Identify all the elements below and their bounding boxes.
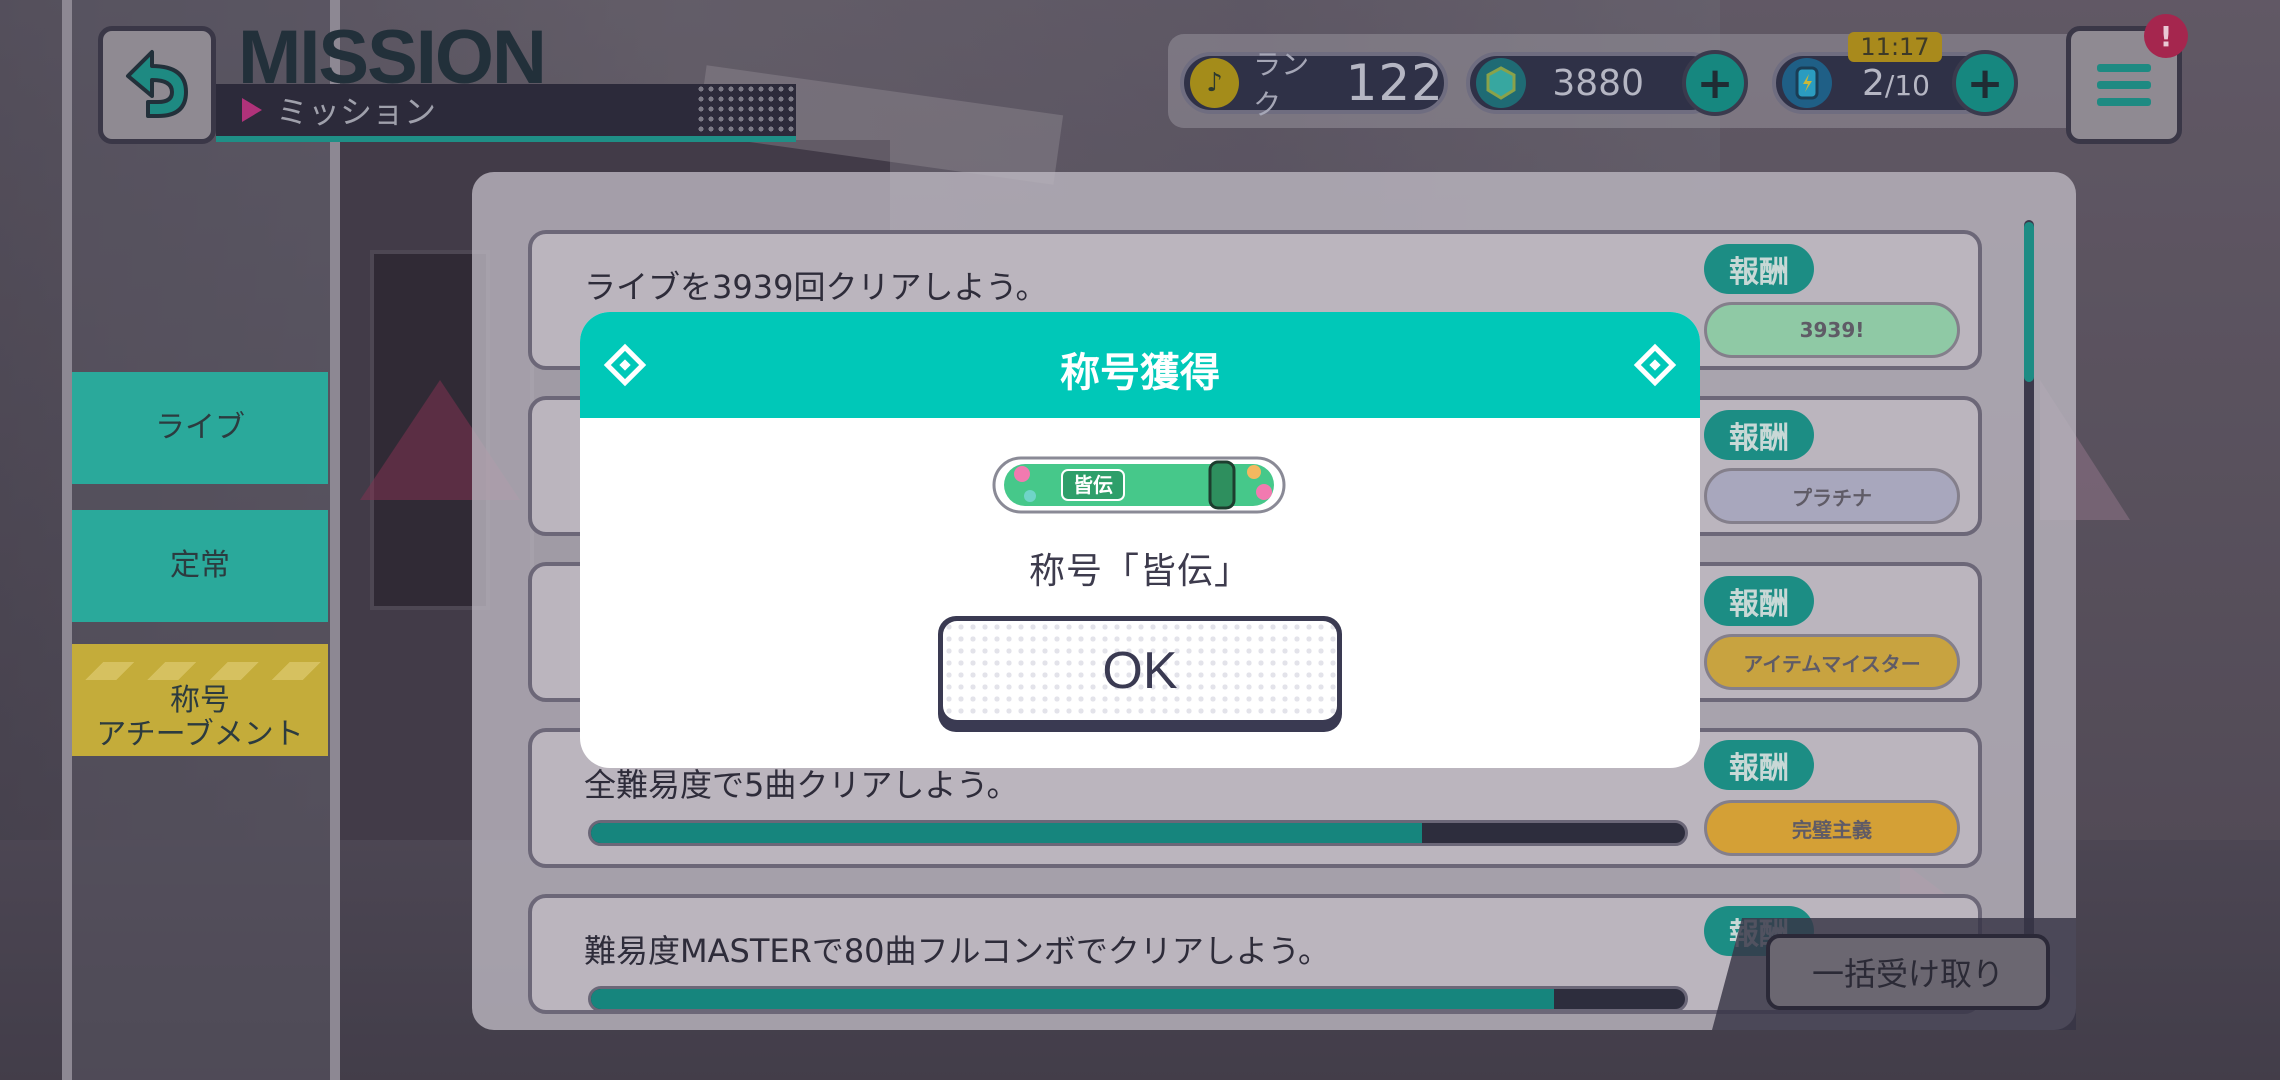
progress-fill — [591, 989, 1554, 1009]
reward-label: 報酬 — [1704, 244, 1814, 294]
energy-current: 2 — [1862, 62, 1885, 104]
page-subtitle-bar: ミッション — [216, 84, 796, 142]
page-subtitle: ミッション — [276, 93, 437, 131]
sidebar-item-label: 称号 アチーブメント — [96, 682, 304, 752]
ok-button-label: OK — [943, 621, 1337, 720]
mission-list-scrollbar[interactable] — [2024, 220, 2034, 970]
reward-label: 報酬 — [1704, 410, 1814, 460]
title-badge-image: 皆伝 — [992, 456, 1286, 514]
reward-title-badge: 完璧主義 — [1704, 800, 1960, 856]
music-note-icon: ♪ — [1190, 58, 1240, 108]
plus-icon: + — [1696, 57, 1734, 109]
scrollbar-thumb[interactable] — [2024, 222, 2034, 382]
progress-fill — [591, 823, 1423, 843]
sidebar-item-title-achievement[interactable]: 称号 アチーブメント — [72, 644, 328, 756]
reward-title-badge: プラチナ — [1704, 468, 1960, 524]
acquired-title-name: 称号「皆伝」 — [1028, 551, 1251, 592]
dialog-title: 称号獲得 — [1060, 350, 1220, 396]
crystal-icon — [1476, 58, 1526, 108]
alert-badge: ! — [2144, 14, 2188, 58]
reward-title-badge: アイテムマイスター — [1704, 634, 1960, 690]
title-badge-text: 皆伝 — [1073, 473, 1113, 497]
reward-title-badge: 3939! — [1704, 302, 1960, 358]
back-button[interactable] — [98, 26, 216, 144]
rank-display: ♪ ランク 122 — [1180, 48, 1448, 121]
sidebar-item-regular[interactable]: 定常 — [72, 510, 328, 622]
back-arrow-icon — [126, 50, 188, 118]
reward-label: 報酬 — [1704, 576, 1814, 626]
gem-count: 3880 — [1552, 62, 1644, 104]
mission-text: 難易度MASTERで80曲フルコンボでクリアしよう。 — [584, 932, 1330, 970]
menu-icon — [2097, 64, 2151, 72]
title-acquired-dialog: 称号獲得 皆伝 称号「皆伝」 OK — [580, 312, 1700, 768]
ok-button[interactable]: OK — [938, 616, 1342, 732]
mission-progress-bar — [588, 986, 1688, 1012]
sidebar-item-live[interactable]: ライブ — [72, 372, 328, 484]
energy-drink-icon — [1782, 58, 1832, 108]
energy-timer: 11:17 — [1848, 32, 1942, 62]
mission-progress-bar — [588, 820, 1688, 846]
plus-icon: + — [1966, 57, 2004, 109]
rank-value: 122 — [1345, 54, 1444, 112]
add-energy-button[interactable]: + — [1952, 50, 2018, 116]
play-arrow-icon — [242, 98, 262, 122]
mission-text: ライブを3939回クリアしよう。 — [584, 268, 1048, 306]
add-gems-button[interactable]: + — [1682, 50, 1748, 116]
reward-label: 報酬 — [1704, 740, 1814, 790]
sidebar-item-label: 定常 — [170, 547, 230, 583]
energy-max: /10 — [1884, 68, 1930, 102]
dot-pattern — [696, 84, 796, 136]
sidebar-item-label: ライブ — [155, 409, 245, 445]
rank-label: ランク — [1253, 48, 1310, 121]
dialog-header: 称号獲得 — [580, 312, 1700, 418]
claim-all-button[interactable]: 一括受け取り — [1766, 934, 2050, 1010]
